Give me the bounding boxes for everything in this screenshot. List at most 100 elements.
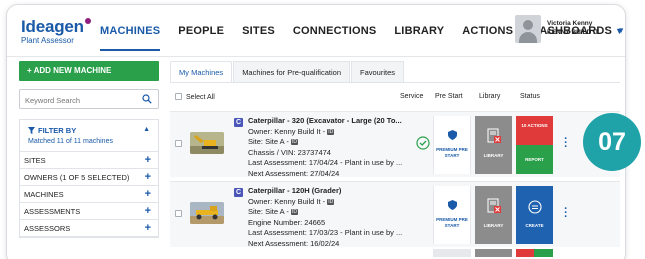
logo-dot-icon xyxy=(84,18,91,24)
machine-site: Site: Site A - ID xyxy=(248,137,408,148)
app-window: Ideagen Plant Assessor MACHINES PEOPLE S… xyxy=(6,4,626,259)
filter-title: FILTER BY xyxy=(28,126,76,135)
plus-icon[interactable]: + xyxy=(145,169,151,186)
col-service: Service xyxy=(400,93,424,100)
filter-owners-label: OWNERS (1 OF 5 SELECTED) xyxy=(24,173,130,182)
logo[interactable]: Ideagen Plant Assessor xyxy=(21,17,91,45)
user-menu[interactable]: Victoria Kenny KENNY BUILD IT ▼ xyxy=(515,15,625,47)
nav-sites[interactable]: SITES xyxy=(233,5,284,57)
step-badge: 07 xyxy=(583,113,641,171)
avatar-body-icon xyxy=(519,32,537,43)
select-all[interactable]: Select All xyxy=(175,93,215,101)
id-tag-icon: ID xyxy=(327,128,335,135)
last-assessment: Last Assessment: 17/03/23 - Plant in use… xyxy=(248,228,403,237)
id-tag-icon: ID xyxy=(290,139,298,145)
kebab-menu-icon[interactable]: · · · xyxy=(563,134,569,153)
document-x-icon xyxy=(487,128,501,143)
machine-title[interactable]: Caterpillar - 120H (Grader) xyxy=(248,186,408,197)
machine-site: Site: Site A - ID xyxy=(248,207,408,218)
kebab-menu-icon[interactable]: · · · xyxy=(563,204,569,223)
create-label: CREATE xyxy=(525,223,544,228)
service-check-icon[interactable] xyxy=(416,136,430,150)
logo-brand: Ideagen xyxy=(21,17,84,36)
owner-text: Owner: Kenny Build It - xyxy=(248,196,326,206)
table-header: Select All Service Pre Start Library Sta… xyxy=(170,89,620,107)
row-checkbox[interactable] xyxy=(175,210,182,217)
next-assessment: Next Assessment: 16/02/24 xyxy=(248,238,340,248)
filter-sites[interactable]: SITES + xyxy=(20,152,158,169)
site-text: Site: Site A - xyxy=(248,137,289,146)
nav-machines[interactable]: MACHINES xyxy=(91,5,169,57)
filter-assessors-label: ASSESSORS xyxy=(24,224,71,233)
user-chevron-down-icon[interactable]: ▼ xyxy=(617,26,625,35)
avatar xyxy=(515,15,541,43)
machine-owner: Owner: Kenny Build It - ID xyxy=(248,127,408,138)
document-x-icon xyxy=(487,198,501,213)
plus-icon[interactable]: + xyxy=(145,220,151,237)
sidebar: + ADD NEW MACHINE FILTER BY Matched 11 o… xyxy=(19,61,161,238)
tab-my-machines[interactable]: My Machines xyxy=(170,61,233,82)
site-text: Site: Site A - xyxy=(248,207,289,216)
table-row[interactable]: C Caterpillar - 320 (Excavator - Large (… xyxy=(170,111,620,179)
last-assessment: Last Assessment: 17/04/24 - Plant in use… xyxy=(248,158,403,167)
plus-icon[interactable]: + xyxy=(145,203,151,220)
add-new-machine-button[interactable]: + ADD NEW MACHINE xyxy=(19,61,159,81)
actions-status[interactable]: 10 ACTIONS xyxy=(516,116,553,145)
filter-header[interactable]: FILTER BY Matched 11 of 11 machines ▲ xyxy=(20,120,158,152)
chevron-up-icon[interactable]: ▲ xyxy=(143,126,150,133)
category-badge: C xyxy=(234,188,243,197)
pre-start-label: PREMIUM PRE START xyxy=(436,217,468,228)
nav-connections[interactable]: CONNECTIONS xyxy=(284,5,385,57)
category-badge: C xyxy=(234,118,243,127)
logo-subtitle: Plant Assessor xyxy=(21,36,74,45)
shield-icon xyxy=(447,200,457,210)
select-all-checkbox[interactable] xyxy=(175,93,182,100)
id-tag-icon: ID xyxy=(290,209,298,215)
select-all-label: Select All xyxy=(186,94,215,101)
library-label: LIBRARY xyxy=(483,153,504,158)
filter-assessments[interactable]: ASSESSMENTS + xyxy=(20,203,158,220)
table-row[interactable]: C Caterpillar - 120H (Grader) Owner: Ken… xyxy=(170,181,620,249)
filter-assessors[interactable]: ASSESSORS + xyxy=(20,220,158,237)
pre-start-premium[interactable]: PREMIUM PRE START xyxy=(433,186,471,244)
col-library: Library xyxy=(479,93,501,100)
filter-assessments-label: ASSESSMENTS xyxy=(24,207,81,216)
filter-machines-label: MACHINES xyxy=(24,190,64,199)
excavator-thumbnail xyxy=(190,132,224,154)
search-icon[interactable] xyxy=(142,94,152,104)
nav-people[interactable]: PEOPLE xyxy=(169,5,233,57)
machine-title[interactable]: Caterpillar - 320 (Excavator - Large (20… xyxy=(248,116,408,127)
search-input[interactable] xyxy=(20,91,130,110)
tab-favourites[interactable]: Favourites xyxy=(350,61,404,82)
plus-icon[interactable]: + xyxy=(145,186,151,203)
filter-sites-label: SITES xyxy=(24,156,46,165)
filter-match-count: Matched 11 of 11 machines xyxy=(28,138,113,145)
machine-owner: Owner: Kenny Build It - ID xyxy=(248,197,408,208)
nav-library[interactable]: LIBRARY xyxy=(385,5,453,57)
top-header: Ideagen Plant Assessor MACHINES PEOPLE S… xyxy=(7,5,625,57)
plus-icon[interactable]: + xyxy=(145,152,151,169)
plus-circle-icon xyxy=(527,200,542,214)
filter-machines[interactable]: MACHINES + xyxy=(20,186,158,203)
nav-actions[interactable]: ACTIONS xyxy=(453,5,522,57)
library-label: LIBRARY xyxy=(483,223,504,228)
next-assessment: Next Assessment: 27/04/24 xyxy=(248,168,340,178)
shield-icon xyxy=(447,130,457,140)
row-checkbox[interactable] xyxy=(175,140,182,147)
create-status[interactable]: CREATE xyxy=(516,186,553,244)
tab-bar: My Machines Machines for Pre-qualificati… xyxy=(170,61,620,83)
machine-info[interactable]: Caterpillar - 120H (Grader) Owner: Kenny… xyxy=(248,186,408,249)
machine-chassis: Chassis / VIN: 23737474 xyxy=(248,147,331,157)
filter-owners[interactable]: OWNERS (1 OF 5 SELECTED) + xyxy=(20,169,158,186)
col-status: Status xyxy=(520,93,540,100)
owner-text: Owner: Kenny Build It - xyxy=(248,126,326,136)
machine-engine: Engine Number: 24665 xyxy=(248,217,326,227)
filter-title-label: FILTER BY xyxy=(38,126,77,135)
machine-info[interactable]: Caterpillar - 320 (Excavator - Large (20… xyxy=(248,116,408,179)
tab-prequalification[interactable]: Machines for Pre-qualification xyxy=(233,61,350,82)
report-status[interactable]: REPORT xyxy=(516,145,553,174)
library-tile[interactable]: LIBRARY xyxy=(475,186,512,244)
library-tile[interactable]: LIBRARY xyxy=(475,116,512,174)
pre-start-premium[interactable]: PREMIUM PRE START xyxy=(433,116,471,174)
next-row-preview xyxy=(433,249,553,257)
